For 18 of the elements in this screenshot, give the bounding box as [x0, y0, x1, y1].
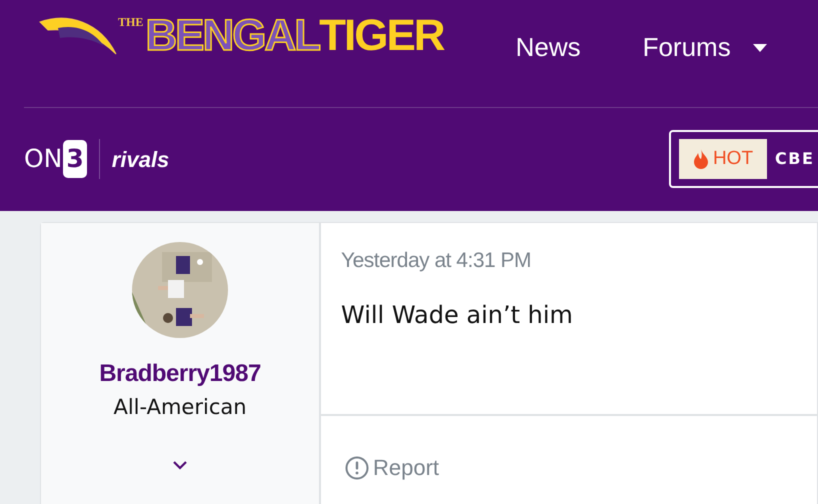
flame-icon	[692, 149, 709, 169]
caret-icon[interactable]	[752, 44, 767, 52]
on3-logo[interactable]: ON 3	[24, 140, 87, 178]
nav-dropdown[interactable]: Forums	[642, 28, 731, 67]
exclamation-circle-icon	[345, 456, 369, 480]
hot-label: HOT	[679, 139, 767, 179]
nav-link[interactable]: News	[516, 28, 581, 67]
post-text: Will Wade ain’t him	[341, 300, 574, 330]
logo-text: BENGAL	[145, 14, 320, 58]
ticker-text: CBE	[775, 148, 814, 170]
logo-text: THE	[118, 16, 144, 28]
rivals-logo[interactable]: rivals	[112, 142, 170, 176]
chevron-down-icon[interactable]	[172, 460, 188, 470]
user-title: All-American	[113, 394, 247, 421]
report-link[interactable]: Report	[345, 451, 440, 484]
logo-text: TIGER	[319, 14, 444, 58]
username-link[interactable]: Bradberry1987	[99, 356, 261, 392]
post-time-link[interactable]: Yesterday at 4:31 PM	[341, 245, 532, 276]
